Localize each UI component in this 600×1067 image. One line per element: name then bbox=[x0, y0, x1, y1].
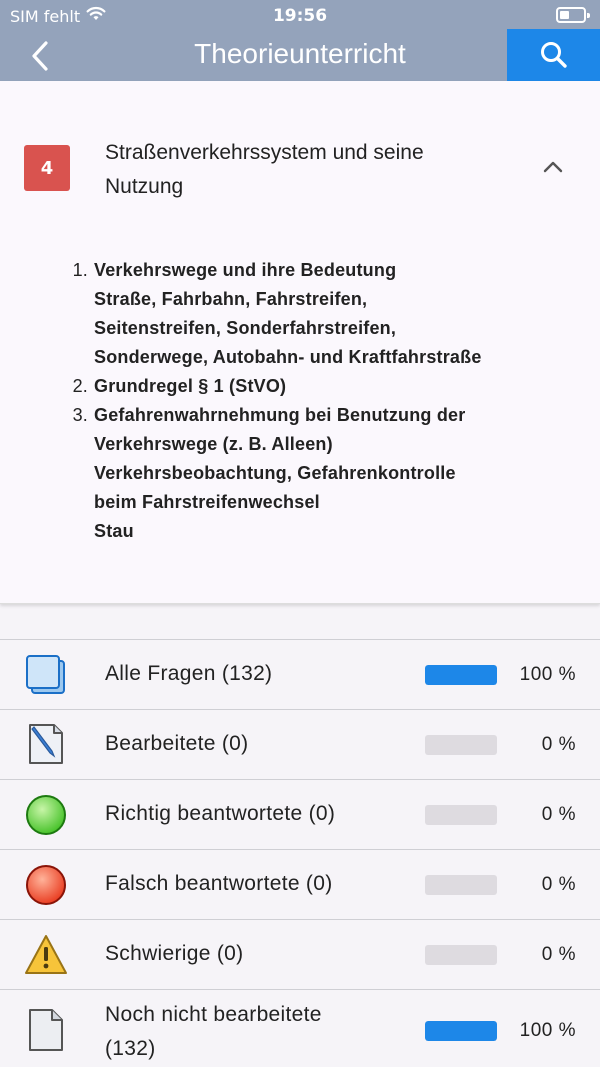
category-row-edited[interactable]: Bearbeitete (0) 0 % bbox=[0, 710, 600, 780]
progress-bar bbox=[425, 945, 497, 965]
category-label: Schwierige (0) bbox=[105, 942, 244, 965]
percent-text: 0 % bbox=[541, 874, 576, 895]
question-category-list: Alle Fragen (132) 100 % Bearbeitete (0) … bbox=[0, 639, 600, 1066]
category-row-correct[interactable]: Richtig beantwortete (0) 0 % bbox=[0, 780, 600, 850]
chapter-title[interactable]: Straßenverkehrssystem und seine Nutzung bbox=[105, 136, 505, 204]
topic-number: 3. bbox=[72, 405, 88, 425]
clock: 19:56 bbox=[272, 6, 328, 26]
topic-line: Stau bbox=[94, 521, 134, 541]
category-label: Noch nicht bearbeitete (132) bbox=[105, 1003, 322, 1060]
topic-number: 2. bbox=[72, 376, 88, 396]
topic-line: Verkehrswege (z. B. Alleen) bbox=[94, 434, 333, 454]
category-row-difficult[interactable]: Schwierige (0) 0 % bbox=[0, 920, 600, 990]
percent-text: 100 % bbox=[519, 1020, 576, 1041]
red-circle-icon bbox=[24, 863, 68, 907]
topic-line: Seitenstreifen, Sonderfahrstreifen, bbox=[94, 318, 397, 338]
progress-bar bbox=[425, 805, 497, 825]
category-row-wrong[interactable]: Falsch beantwortete (0) 0 % bbox=[0, 850, 600, 920]
percent-text: 0 % bbox=[541, 804, 576, 825]
topic-number: 1. bbox=[72, 260, 88, 280]
category-label: Richtig beantwortete (0) bbox=[105, 802, 336, 825]
percent-text: 0 % bbox=[541, 944, 576, 965]
blank-document-icon bbox=[24, 1008, 68, 1052]
app-header: SIM fehlt 19:56 Theorieunterricht bbox=[0, 0, 600, 81]
percent-text: 0 % bbox=[541, 734, 576, 755]
category-row-all[interactable]: Alle Fragen (132) 100 % bbox=[0, 640, 600, 710]
warning-icon bbox=[24, 933, 68, 977]
progress-bar bbox=[425, 875, 497, 895]
category-row-unanswered[interactable]: Noch nicht bearbeitete (132) 100 % bbox=[0, 990, 600, 1066]
topic-item: 3. Gefahrenwahrnehmung bei Benutzung der… bbox=[60, 401, 590, 546]
progress-bar bbox=[425, 735, 497, 755]
progress-bar bbox=[425, 1021, 497, 1041]
collapse-button[interactable] bbox=[538, 154, 568, 180]
chevron-up-icon bbox=[543, 161, 563, 173]
topic-line: beim Fahrstreifenwechsel bbox=[94, 492, 320, 512]
battery-icon bbox=[556, 7, 590, 23]
green-circle-icon bbox=[24, 793, 68, 837]
topic-line: Verkehrswege und ihre Bedeutung bbox=[94, 260, 397, 280]
chapter-title-line2: Nutzung bbox=[105, 175, 184, 198]
topic-line: Sonderwege, Autobahn- und Kraftfahrstraß… bbox=[94, 347, 482, 367]
topic-item: 2. Grundregel § 1 (StVO) bbox=[60, 372, 590, 401]
topic-item: 1. Verkehrswege und ihre Bedeutung Straß… bbox=[60, 256, 590, 372]
chapter-title-line1: Straßenverkehrssystem und seine bbox=[105, 141, 424, 164]
search-icon bbox=[540, 42, 567, 68]
progress-bar bbox=[425, 665, 497, 685]
topic-list: 1. Verkehrswege und ihre Bedeutung Straß… bbox=[60, 256, 590, 546]
topic-line: Grundregel § 1 (StVO) bbox=[94, 376, 287, 396]
chapter-number-badge: 4 bbox=[24, 145, 70, 191]
category-label: Alle Fragen (132) bbox=[105, 662, 273, 685]
stack-icon bbox=[24, 653, 68, 697]
category-label: Falsch beantwortete (0) bbox=[105, 872, 333, 895]
percent-text: 100 % bbox=[519, 664, 576, 685]
edit-document-icon bbox=[24, 723, 68, 767]
topic-line: Straße, Fahrbahn, Fahrstreifen, bbox=[94, 289, 368, 309]
category-label: Bearbeitete (0) bbox=[105, 732, 249, 755]
topic-line: Gefahrenwahrnehmung bei Benutzung der bbox=[94, 405, 466, 425]
search-button[interactable] bbox=[507, 29, 600, 81]
status-bar: SIM fehlt 19:56 bbox=[0, 0, 600, 32]
topic-line: Verkehrsbeobachtung, Gefahrenkontrolle bbox=[94, 463, 456, 483]
